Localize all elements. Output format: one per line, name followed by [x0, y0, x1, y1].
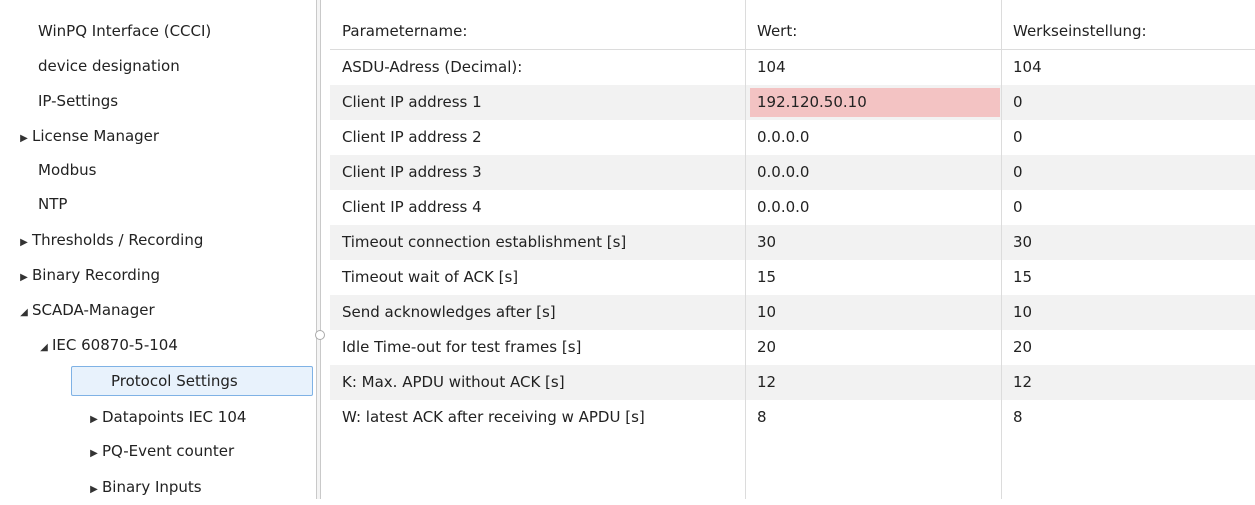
panel-splitter[interactable] — [316, 0, 321, 499]
table-row[interactable]: Send acknowledges after [s] 10 10 — [330, 295, 1255, 330]
tree-item-device-designation[interactable]: device designation — [38, 51, 180, 81]
parameter-name: Client IP address 1 — [342, 93, 482, 111]
tree-item-label: Binary Recording — [32, 266, 160, 284]
header-werkseinstellung[interactable]: Werkseinstellung: — [1013, 14, 1147, 49]
parameter-name: ASDU-Adress (Decimal): — [342, 58, 523, 76]
tree-item-protocol-settings[interactable]: Protocol Settings — [71, 366, 313, 396]
tree-item-label: SCADA-Manager — [32, 301, 155, 319]
table-row[interactable]: Idle Time-out for test frames [s] 20 20 — [330, 330, 1255, 365]
tree-item-label: WinPQ Interface (CCCI) — [38, 22, 212, 40]
factory-default: 15 — [1013, 268, 1033, 286]
parameter-value[interactable]: 12 — [757, 365, 776, 400]
tree-item-datapoints-iec-104[interactable]: ▶ Datapoints IEC 104 — [86, 402, 246, 432]
parameter-name: Timeout wait of ACK [s] — [342, 268, 519, 286]
column-divider[interactable] — [745, 0, 746, 499]
tree-item-scada-manager[interactable]: ◢ SCADA-Manager — [16, 295, 155, 325]
parameter-value-invalid[interactable]: 192.120.50.10 — [750, 88, 1000, 117]
expand-arrow-icon[interactable]: ▶ — [16, 124, 32, 154]
parameter-value[interactable]: 0.0.0.0 — [757, 190, 809, 225]
tree-item-label: Datapoints IEC 104 — [102, 408, 247, 426]
parameter-name: Timeout connection establishment [s] — [342, 233, 627, 251]
tree-item-thresholds-recording[interactable]: ▶ Thresholds / Recording — [16, 225, 203, 255]
collapse-arrow-icon[interactable]: ◢ — [16, 298, 32, 328]
parameter-value[interactable]: 0.0.0.0 — [757, 155, 809, 190]
parameter-value[interactable]: 104 — [757, 50, 786, 85]
tree-item-winpq-interface[interactable]: WinPQ Interface (CCCI) — [38, 16, 211, 46]
header-parametername[interactable]: Parametername: — [342, 14, 467, 49]
parameter-value[interactable]: 8 — [757, 400, 767, 435]
tree-item-label: device designation — [38, 57, 180, 75]
factory-default: 0 — [1013, 163, 1023, 181]
tree-item-label: IEC 60870-5-104 — [52, 336, 178, 354]
factory-default: 20 — [1013, 338, 1033, 356]
splitter-grip-icon[interactable] — [315, 330, 325, 340]
table-row[interactable]: ASDU-Adress (Decimal): 104 104 — [330, 50, 1255, 85]
tree-item-label: PQ-Event counter — [102, 442, 235, 460]
table-row[interactable]: Client IP address 2 0.0.0.0 0 — [330, 120, 1255, 155]
factory-default: 30 — [1013, 233, 1033, 251]
factory-default: 10 — [1013, 303, 1033, 321]
tree-item-ip-settings[interactable]: IP-Settings — [38, 86, 118, 116]
table-row[interactable]: W: latest ACK after receiving w APDU [s]… — [330, 400, 1255, 435]
tree-item-pq-event-counter[interactable]: ▶ PQ-Event counter — [86, 436, 234, 466]
tree-item-label: Modbus — [38, 161, 97, 179]
factory-default: 0 — [1013, 198, 1023, 216]
tree-item-ntp[interactable]: NTP — [38, 189, 67, 219]
factory-default: 12 — [1013, 373, 1033, 391]
factory-default: 0 — [1013, 128, 1023, 146]
tree-item-label: IP-Settings — [38, 92, 119, 110]
tree-item-label: Protocol Settings — [111, 372, 238, 390]
parameter-name: K: Max. APDU without ACK [s] — [342, 373, 565, 391]
tree-item-license-manager[interactable]: ▶ License Manager — [16, 121, 159, 151]
tree-item-modbus[interactable]: Modbus — [38, 155, 96, 185]
expand-arrow-icon[interactable]: ▶ — [86, 475, 102, 505]
expand-arrow-icon[interactable]: ▶ — [16, 263, 32, 293]
tree-item-binary-recording[interactable]: ▶ Binary Recording — [16, 260, 160, 290]
table-row[interactable]: Client IP address 1 192.120.50.10 0 — [330, 85, 1255, 120]
tree-item-iec-60870-5-104[interactable]: ◢ IEC 60870-5-104 — [36, 330, 178, 360]
column-divider[interactable] — [1001, 0, 1002, 499]
expand-arrow-icon[interactable]: ▶ — [16, 228, 32, 258]
parameter-value[interactable]: 15 — [757, 260, 776, 295]
parameter-value[interactable]: 20 — [757, 330, 776, 365]
parameter-name: Send acknowledges after [s] — [342, 303, 556, 321]
tree-item-label: Binary Inputs — [102, 478, 202, 496]
grid-header-row: Parametername: Wert: Werkseinstellung: — [330, 14, 1255, 49]
parameter-name: Client IP address 2 — [342, 128, 482, 146]
parameter-value[interactable]: 0.0.0.0 — [757, 120, 809, 155]
parameter-name: Client IP address 4 — [342, 198, 482, 216]
expand-arrow-icon[interactable]: ▶ — [86, 405, 102, 435]
header-wert[interactable]: Wert: — [757, 14, 797, 49]
tree-item-label: Thresholds / Recording — [32, 231, 204, 249]
table-row[interactable]: Client IP address 4 0.0.0.0 0 — [330, 190, 1255, 225]
factory-default: 104 — [1013, 58, 1042, 76]
parameter-name: Client IP address 3 — [342, 163, 482, 181]
table-row[interactable]: Timeout wait of ACK [s] 15 15 — [330, 260, 1255, 295]
navigation-tree: WinPQ Interface (CCCI) device designatio… — [0, 0, 316, 499]
table-row[interactable]: K: Max. APDU without ACK [s] 12 12 — [330, 365, 1255, 400]
parameter-value[interactable]: 10 — [757, 295, 776, 330]
collapse-arrow-icon[interactable]: ◢ — [36, 333, 52, 363]
tree-item-label: License Manager — [32, 127, 160, 145]
tree-item-label: NTP — [38, 195, 68, 213]
parameter-value[interactable]: 30 — [757, 225, 776, 260]
table-row[interactable]: Client IP address 3 0.0.0.0 0 — [330, 155, 1255, 190]
factory-default: 0 — [1013, 93, 1023, 111]
tree-item-binary-inputs[interactable]: ▶ Binary Inputs — [86, 472, 202, 505]
parameter-name: Idle Time-out for test frames [s] — [342, 338, 582, 356]
factory-default: 8 — [1013, 408, 1023, 426]
expand-arrow-icon[interactable]: ▶ — [86, 439, 102, 469]
parameter-name: W: latest ACK after receiving w APDU [s] — [342, 408, 645, 426]
table-row[interactable]: Timeout connection establishment [s] 30 … — [330, 225, 1255, 260]
